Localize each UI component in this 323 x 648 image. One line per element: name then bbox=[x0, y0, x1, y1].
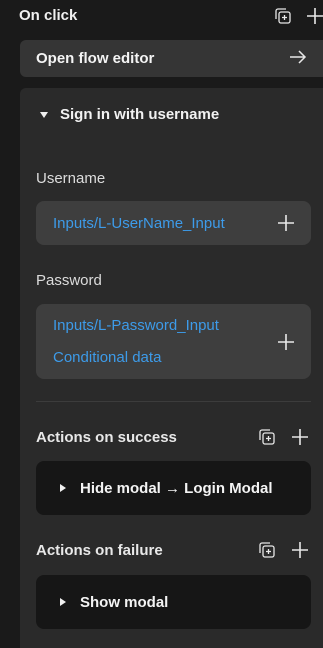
add-to-group-icon[interactable] bbox=[273, 6, 293, 26]
success-action-label: Hide modal → Login Modal bbox=[80, 479, 273, 497]
plus-icon[interactable] bbox=[305, 6, 323, 26]
arrow-right-icon bbox=[289, 49, 307, 68]
triangle-right-icon bbox=[60, 598, 66, 606]
plus-icon[interactable] bbox=[290, 540, 310, 560]
success-action-item[interactable]: Hide modal → Login Modal bbox=[36, 461, 311, 515]
username-field[interactable]: Inputs/L-UserName_Input bbox=[36, 201, 311, 245]
failure-action-label: Show modal bbox=[80, 593, 169, 611]
triangle-down-icon bbox=[40, 111, 48, 118]
conditional-data-link[interactable]: Conditional data bbox=[53, 349, 161, 366]
password-label: Password bbox=[36, 272, 102, 289]
add-to-group-icon[interactable] bbox=[257, 427, 277, 447]
triangle-right-icon bbox=[60, 484, 66, 492]
username-value: Inputs/L-UserName_Input bbox=[53, 214, 225, 232]
divider bbox=[36, 401, 311, 402]
plus-icon[interactable] bbox=[277, 333, 295, 356]
section-toggle[interactable]: Sign in with username bbox=[40, 106, 219, 123]
open-flow-editor-label: Open flow editor bbox=[36, 50, 155, 67]
actions-on-success-label: Actions on success bbox=[36, 429, 177, 446]
section-title: Sign in with username bbox=[60, 106, 220, 123]
add-to-group-icon[interactable] bbox=[257, 540, 277, 560]
password-field[interactable]: Inputs/L-Password_Input Conditional data bbox=[36, 304, 311, 379]
header-title: On click bbox=[19, 7, 78, 24]
failure-action-item[interactable]: Show modal bbox=[36, 575, 311, 629]
username-label: Username bbox=[36, 170, 106, 187]
plus-icon[interactable] bbox=[290, 427, 310, 447]
plus-icon[interactable] bbox=[277, 214, 295, 237]
open-flow-editor-button[interactable]: Open flow editor bbox=[20, 40, 323, 77]
password-value: Inputs/L-Password_Input bbox=[53, 317, 219, 334]
actions-on-failure-label: Actions on failure bbox=[36, 542, 163, 559]
